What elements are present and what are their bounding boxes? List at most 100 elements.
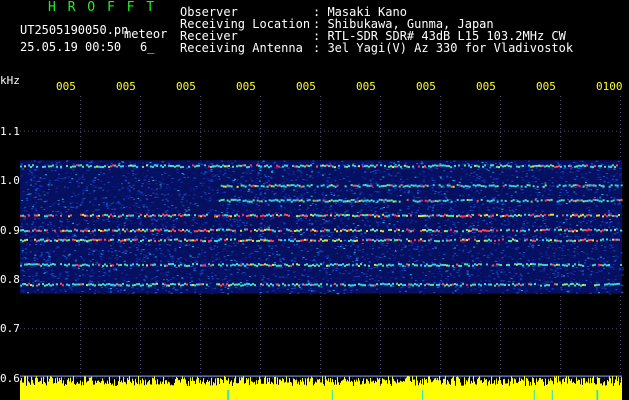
noise-speck (352, 261, 355, 263)
noise-speck (114, 278, 117, 280)
grid-dot (536, 328, 537, 330)
noise-speck (500, 280, 503, 282)
noise-speck (39, 225, 42, 227)
grid-dot (200, 116, 201, 117)
grid-dot (140, 348, 141, 349)
noise-speck (111, 176, 114, 178)
noise-speck (350, 245, 352, 247)
grid-dot (560, 96, 561, 97)
noise-speck (481, 161, 484, 163)
noise-speck (308, 224, 311, 226)
noise-speck (185, 289, 188, 291)
noise-speck (256, 178, 259, 179)
grid-dot (500, 312, 501, 313)
grid-dot (452, 328, 453, 330)
grid-dot (28, 328, 29, 330)
noise-speck (214, 220, 217, 222)
grid-dot (452, 130, 453, 132)
noise-speck (126, 223, 129, 225)
noise-speck (510, 278, 513, 280)
noise-speck (615, 212, 618, 214)
noise-speck (517, 291, 520, 293)
noise-speck (20, 175, 23, 177)
noise-speck (250, 166, 253, 168)
noise-speck (186, 290, 189, 292)
noise-speck (300, 261, 303, 263)
noise-speck (111, 255, 114, 256)
grid-dot (304, 130, 305, 132)
noise-speck (354, 235, 357, 237)
noise-speck (399, 218, 402, 220)
grid-dot (528, 130, 529, 132)
grid-dot (140, 152, 141, 153)
noise-speck (555, 241, 558, 243)
grid-dot (188, 130, 189, 132)
noise-speck (116, 254, 118, 256)
noise-speck (376, 225, 379, 227)
noise-speck (400, 249, 403, 251)
grid-dot (232, 328, 233, 330)
noise-speck (101, 259, 104, 261)
noise-speck (106, 204, 108, 206)
grid-dot (380, 128, 381, 129)
noise-speck (542, 220, 545, 222)
noise-speck (232, 181, 235, 183)
noise-speck (124, 179, 127, 181)
grid-dot (240, 377, 241, 379)
grid-dot (304, 377, 305, 379)
noise-speck (535, 192, 538, 194)
grid-dot (620, 352, 621, 353)
noise-speck (425, 224, 427, 226)
noise-speck (172, 277, 175, 279)
noise-speck (344, 261, 347, 263)
noise-speck (334, 176, 337, 178)
noise-speck (251, 271, 254, 273)
noise-speck (582, 273, 585, 275)
noise-speck (50, 277, 53, 279)
noise-speck (368, 248, 371, 249)
noise-speck (273, 262, 276, 264)
noise-speck (345, 245, 347, 247)
noise-speck (33, 176, 36, 178)
grid-dot (600, 328, 601, 330)
noise-speck (227, 288, 230, 290)
noise-speck (605, 173, 608, 174)
noise-speck (615, 259, 618, 261)
noise-speck (211, 209, 214, 211)
noise-speck (205, 223, 208, 225)
noise-speck (447, 202, 450, 203)
noise-speck (404, 168, 407, 170)
noise-speck (529, 190, 532, 192)
noise-speck (309, 268, 312, 270)
noise-speck (26, 183, 29, 185)
grid-dot (380, 377, 381, 379)
noise-speck (60, 168, 63, 169)
noise-speck (216, 278, 219, 280)
grid-dot (260, 368, 261, 369)
noise-speck (545, 216, 548, 218)
grid-dot (80, 148, 81, 149)
noise-speck (534, 177, 537, 179)
noise-speck (97, 218, 100, 219)
noise-speck (188, 205, 191, 207)
noise-speck (339, 278, 342, 280)
noise-speck (321, 202, 324, 204)
noise-speck (334, 201, 337, 203)
noise-speck (473, 231, 476, 233)
noise-speck (236, 287, 239, 289)
grid-dot (500, 116, 501, 117)
noise-speck (139, 223, 142, 225)
noise-speck (272, 217, 275, 219)
noise-speck (340, 255, 343, 257)
noise-speck (423, 191, 426, 193)
noise-speck (478, 187, 481, 188)
grid-dot (80, 348, 81, 349)
noise-speck (220, 292, 223, 293)
noise-speck (336, 278, 339, 280)
noise-speck (380, 200, 383, 202)
grid-dot (164, 130, 165, 132)
noise-speck (46, 192, 49, 194)
noise-speck (106, 232, 108, 234)
noise-speck (89, 270, 92, 272)
grid-dot (560, 316, 561, 317)
